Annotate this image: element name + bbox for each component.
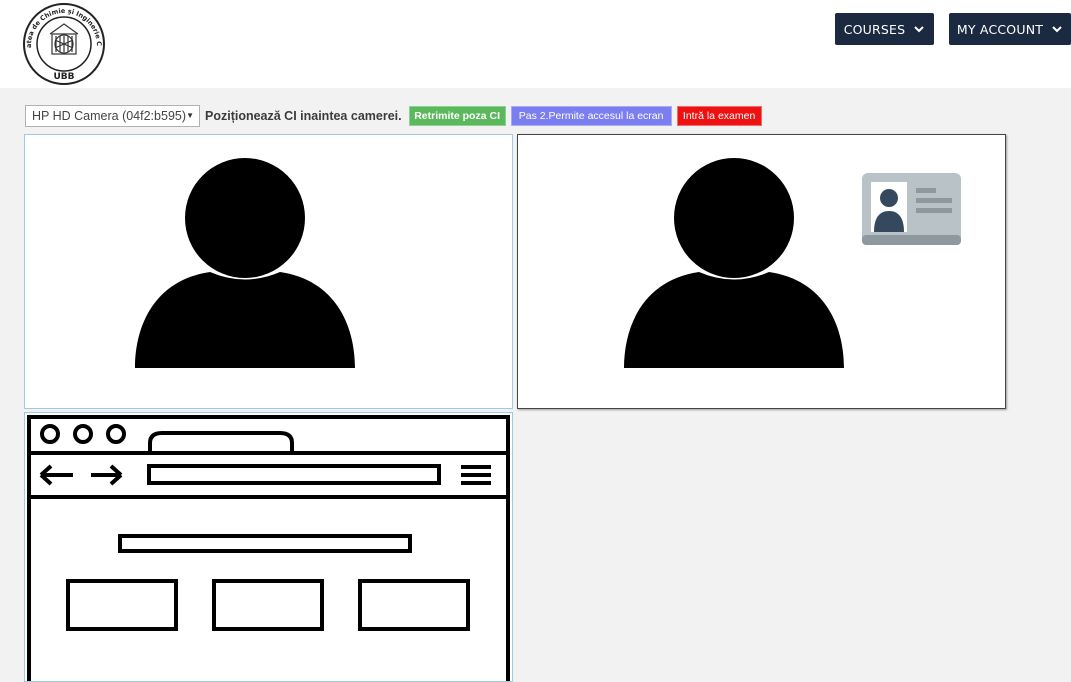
- camera-select[interactable]: HP HD Camera (04f2:b595) ▼: [25, 105, 200, 127]
- screen-share-preview-panel: [24, 412, 513, 682]
- courses-menu-button[interactable]: COURSES: [835, 13, 934, 45]
- logo-ubb-text: UBB: [53, 72, 74, 82]
- faculty-logo[interactable]: Facultatea de Chimie și Inginerie Chimic…: [22, 2, 106, 86]
- camera-select-value: HP HD Camera (04f2:b595): [32, 109, 187, 123]
- browser-wireframe-icon: [27, 415, 510, 681]
- resend-id-photo-button[interactable]: Retrimite poza CI: [408, 106, 506, 126]
- my-account-label: MY ACCOUNT: [956, 21, 1044, 37]
- allow-screen-access-button[interactable]: Pas 2.Permite accesul la ecran: [510, 106, 672, 126]
- id-card-icon: [862, 173, 961, 245]
- chevron-down-icon: [1052, 26, 1062, 33]
- camera-preview-panel: [24, 134, 513, 409]
- chevron-down-icon: [914, 26, 924, 33]
- user-silhouette-icon: [624, 158, 844, 368]
- instruction-text: Poziționează CI inaintea camerei.: [205, 109, 402, 123]
- enter-exam-button[interactable]: Intră la examen: [676, 106, 762, 126]
- my-account-menu-button[interactable]: MY ACCOUNT: [949, 13, 1071, 45]
- header: Facultatea de Chimie și Inginerie Chimic…: [0, 0, 1071, 88]
- exam-toolbar: HP HD Camera (04f2:b595) ▼ Poziționează …: [25, 104, 762, 128]
- user-silhouette-icon: [135, 158, 355, 368]
- courses-label: COURSES: [843, 21, 906, 37]
- dropdown-arrow-icon: ▼: [186, 111, 194, 120]
- id-card-preview-panel: [517, 134, 1006, 409]
